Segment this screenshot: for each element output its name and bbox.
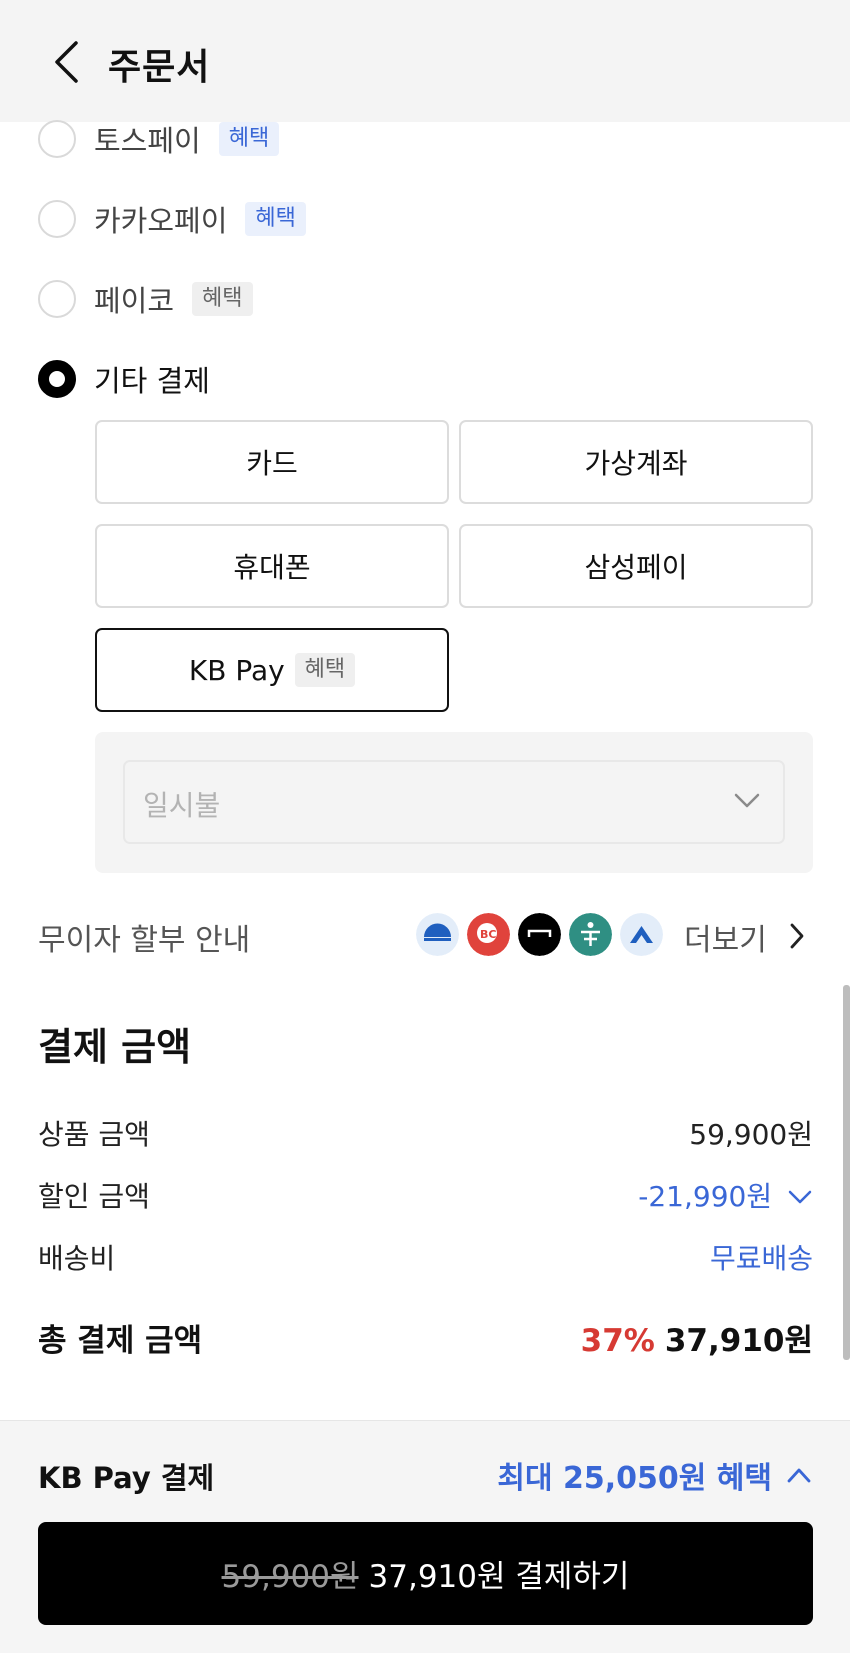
selected-method-label: KB Pay 결제: [38, 1461, 215, 1495]
installment-value: 일시불: [143, 789, 221, 822]
shinhan-card-icon: [416, 913, 459, 956]
method-card-button[interactable]: 카드: [95, 420, 449, 504]
pay-button-label: 37,910원 결제하기: [368, 1559, 630, 1595]
hyundai-card-icon: [518, 913, 561, 956]
shipping-fee-label: 배송비: [38, 1242, 116, 1275]
max-benefit-text: 최대 25,050원 혜택: [497, 1461, 772, 1496]
interest-free-info[interactable]: 무이자 할부 안내 BC 더보기: [38, 910, 813, 960]
hana-card-icon: [569, 913, 612, 956]
benefit-badge: 혜택: [245, 202, 306, 236]
benefit-badge: 혜택: [294, 653, 356, 687]
product-amount-label: 상품 금액: [38, 1118, 150, 1151]
radio-button[interactable]: [38, 200, 76, 238]
discount-amount-text: -21,990원: [638, 1180, 773, 1213]
total-amount-label: 총 결제 금액: [38, 1323, 203, 1359]
pay-button[interactable]: 59,900원 37,910원 결제하기: [38, 1522, 813, 1625]
radio-button-selected[interactable]: [38, 360, 76, 398]
payment-summary-title: 결제 금액: [38, 1025, 192, 1069]
chevron-down-icon: [734, 793, 760, 808]
installment-select[interactable]: 일시불: [123, 760, 785, 844]
payment-option-label: 토스페이: [94, 124, 201, 158]
product-amount-value: 59,900원: [689, 1118, 813, 1151]
page-title: 주문서: [108, 47, 211, 88]
installment-panel: 일시불: [95, 732, 813, 873]
discount-rate: 37%: [580, 1323, 655, 1359]
payment-option-label: 기타 결제: [94, 364, 210, 398]
interest-free-label: 무이자 할부 안내: [38, 923, 251, 958]
header: 주문서: [0, 0, 850, 122]
method-kbpay-button[interactable]: KB Pay 혜택: [95, 628, 449, 712]
benefit-badge: 혜택: [218, 122, 280, 156]
original-price: 59,900원: [221, 1559, 359, 1595]
payment-option-payco[interactable]: 페이코 혜택: [38, 279, 253, 319]
discount-amount-label: 할인 금액: [38, 1180, 150, 1213]
method-label: KB Pay: [188, 653, 285, 687]
radio-button[interactable]: [38, 280, 76, 318]
benefit-badge: 혜택: [192, 282, 253, 316]
method-label: 휴대폰: [233, 551, 311, 584]
payment-option-label: 카카오페이: [94, 204, 228, 238]
method-samsungpay-button[interactable]: 삼성페이: [459, 524, 813, 608]
chevron-up-icon: [787, 1468, 811, 1483]
bottom-pay-bar: KB Pay 결제 최대 25,050원 혜택 59,900원 37,910원 …: [0, 1420, 850, 1653]
radio-button[interactable]: [38, 120, 76, 158]
chevron-right-icon[interactable]: [788, 922, 806, 950]
method-label: 가상계좌: [584, 447, 688, 480]
payment-option-tosspay[interactable]: 토스페이 혜택: [38, 119, 280, 159]
bc-card-icon: BC: [467, 913, 510, 956]
method-label: 삼성페이: [584, 551, 688, 584]
payment-option-kakaopay[interactable]: 카카오페이 혜택: [38, 199, 306, 239]
back-arrow-icon[interactable]: [52, 40, 80, 84]
svg-text:BC: BC: [480, 928, 496, 941]
method-phone-button[interactable]: 휴대폰: [95, 524, 449, 608]
method-label: 카드: [246, 447, 298, 480]
total-amount-value: 37% 37,910원: [581, 1315, 813, 1360]
payment-option-other[interactable]: 기타 결제: [38, 359, 210, 399]
nh-card-icon: [620, 913, 663, 956]
max-benefit-toggle[interactable]: 최대 25,050원 혜택: [497, 1453, 812, 1497]
total-price: 37,910원: [664, 1323, 813, 1359]
discount-amount-value[interactable]: -21,990원: [638, 1175, 813, 1215]
scrollbar[interactable]: [843, 985, 850, 1360]
method-virtual-account-button[interactable]: 가상계좌: [459, 420, 813, 504]
payment-option-label: 페이코: [94, 284, 175, 318]
shipping-fee-value: 무료배송: [709, 1242, 813, 1275]
more-link[interactable]: 더보기: [684, 915, 767, 959]
chevron-down-icon: [788, 1190, 812, 1204]
